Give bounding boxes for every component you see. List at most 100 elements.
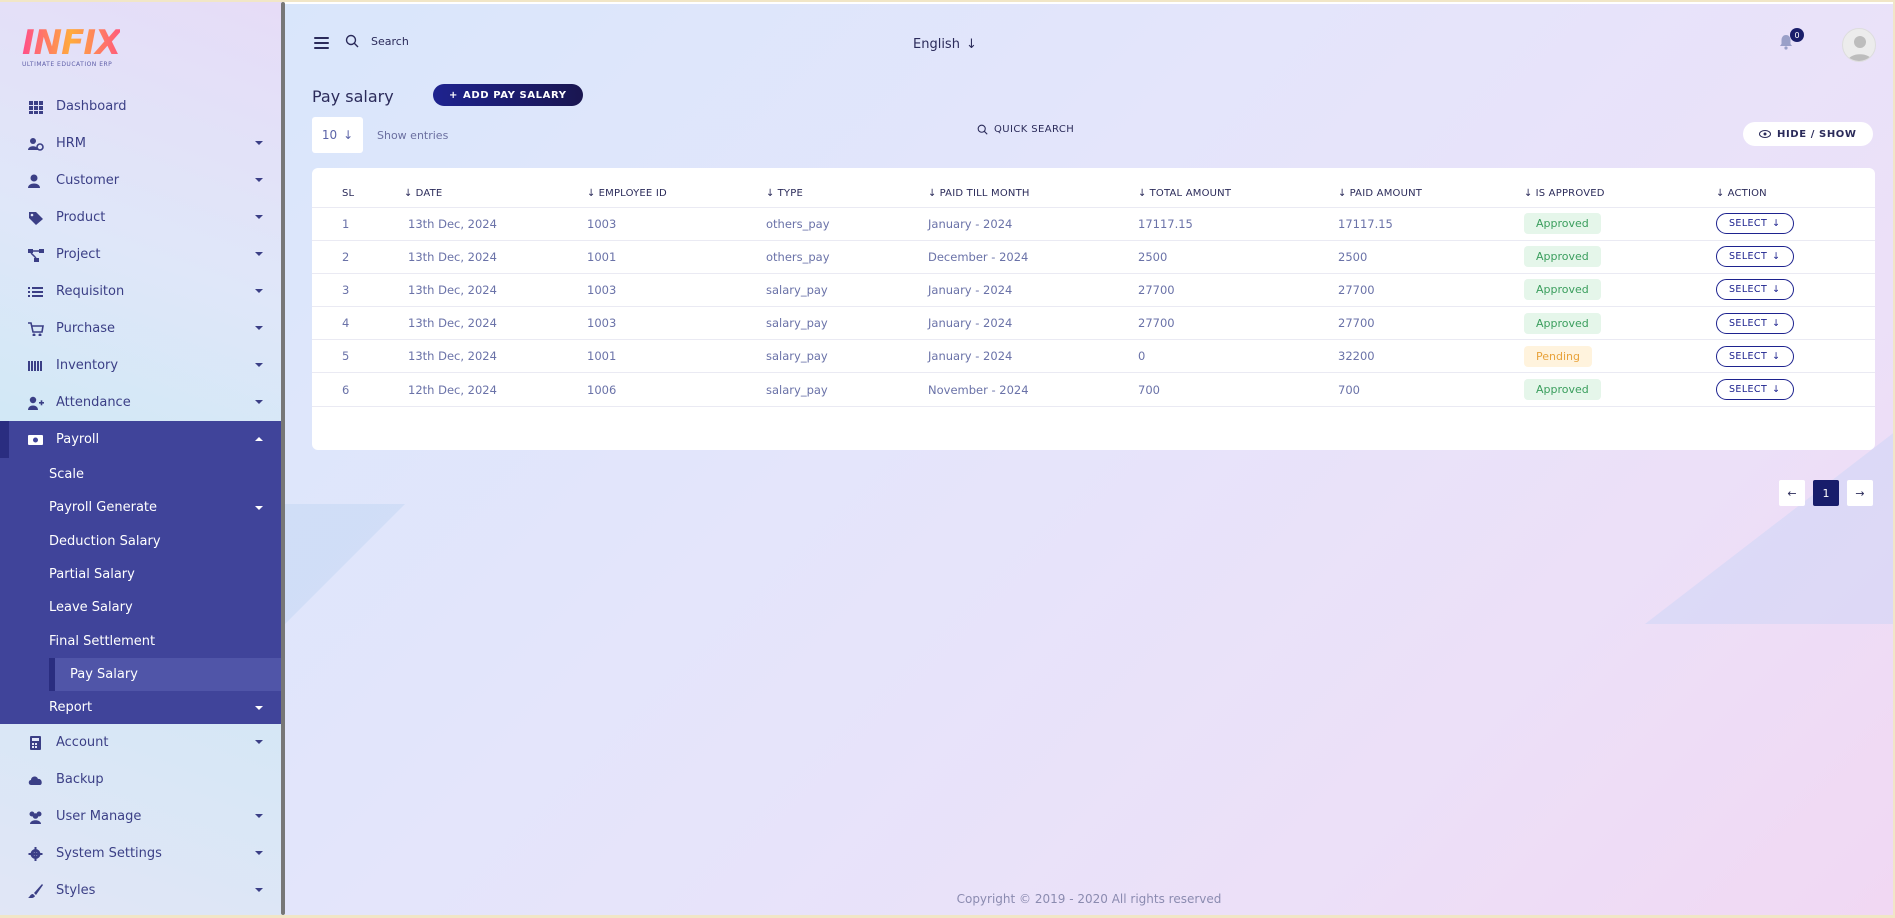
quick-search[interactable]: QUICK SEARCH xyxy=(977,124,1074,135)
arrow-left-icon: ← xyxy=(1787,486,1797,500)
sort-arrow-icon: ↓ xyxy=(1524,188,1533,200)
cell-sl: 4 xyxy=(312,306,404,341)
sidebar-item-attendance[interactable]: Attendance xyxy=(0,384,281,421)
add-pay-salary-button[interactable]: + ADD PAY SALARY xyxy=(433,84,583,106)
users-icon xyxy=(28,810,44,824)
select-action-button[interactable]: SELECT ↓ xyxy=(1716,345,1794,367)
cell-total: 27700 xyxy=(1138,306,1338,341)
cell-type: others_pay xyxy=(766,240,928,274)
avatar[interactable] xyxy=(1842,28,1876,62)
cell-action: SELECT ↓ xyxy=(1716,372,1875,407)
cell-paid: 17117.15 xyxy=(1338,207,1524,241)
cell-value: 13th Dec, 2024 xyxy=(408,316,497,331)
column-header-sl[interactable]: SL xyxy=(312,181,404,208)
sidebar-subitem-report[interactable]: Report xyxy=(0,691,281,724)
arrow-right-icon: → xyxy=(1855,486,1865,500)
calculator-icon xyxy=(28,735,44,750)
menu-toggle-icon[interactable] xyxy=(314,37,329,52)
brand-logo[interactable]: INFIX ULTIMATE EDUCATION ERP xyxy=(22,26,121,68)
cell-value: 17117.15 xyxy=(1138,216,1193,231)
sidebar-item-account[interactable]: Account xyxy=(0,724,281,761)
sidebar-nav: Dashboard HRM Customer Product Project Requis… xyxy=(0,88,281,909)
select-action-button[interactable]: SELECT ↓ xyxy=(1716,279,1794,301)
select-action-button[interactable]: SELECT ↓ xyxy=(1716,379,1794,401)
sidebar-subitem-partial-salary[interactable]: Partial Salary xyxy=(0,558,281,591)
sidebar-item-backup[interactable]: Backup xyxy=(0,761,281,798)
cell-paid: 27700 xyxy=(1338,273,1524,308)
column-header-action[interactable]: ↓ ACTION xyxy=(1716,181,1875,208)
column-header-employee-id[interactable]: ↓ EMPLOYEE ID xyxy=(587,181,766,208)
column-header-is-approved[interactable]: ↓ IS APPROVED xyxy=(1524,181,1716,208)
column-header-label: ACTION xyxy=(1727,188,1767,200)
cart-icon xyxy=(28,321,44,336)
select-action-button[interactable]: SELECT ↓ xyxy=(1716,312,1794,334)
user-icon xyxy=(28,174,44,188)
sidebar-item-dashboard[interactable]: Dashboard xyxy=(0,88,281,125)
column-header-date[interactable]: ↓ DATE xyxy=(404,181,587,208)
select-action-button[interactable]: SELECT ↓ xyxy=(1716,213,1794,235)
search-input[interactable] xyxy=(371,29,521,53)
select-action-button[interactable]: SELECT ↓ xyxy=(1716,246,1794,268)
sidebar-item-product[interactable]: Product xyxy=(0,199,281,236)
sort-arrow-icon: ↓ xyxy=(928,188,937,200)
cell-value: 2 xyxy=(342,249,350,264)
cell-value: 13th Dec, 2024 xyxy=(408,282,497,297)
table-row: 5 13th Dec, 2024 1001 salary_pay January - 2… xyxy=(312,339,1875,374)
page-button-current[interactable]: 1 xyxy=(1813,480,1839,506)
entries-select[interactable]: 10 ↓ xyxy=(312,117,363,153)
cell-total: 2500 xyxy=(1138,240,1338,274)
status-badge: Approved xyxy=(1524,312,1601,334)
cell-value: others_pay xyxy=(766,216,830,231)
column-header-paid-amount[interactable]: ↓ PAID AMOUNT xyxy=(1338,181,1524,208)
table-row: 1 13th Dec, 2024 1003 others_pay January - 2… xyxy=(312,207,1875,241)
sidebar-item-payroll[interactable]: Payroll xyxy=(0,421,281,458)
sidebar-item-purchase[interactable]: Purchase xyxy=(0,310,281,347)
cell-value: January - 2024 xyxy=(928,216,1013,231)
select-action-label: SELECT xyxy=(1729,350,1768,362)
sort-arrow-icon: ↓ xyxy=(1716,188,1725,200)
status-badge: Approved xyxy=(1524,213,1601,235)
column-header-type[interactable]: ↓ TYPE xyxy=(766,181,928,208)
sidebar-subitem-leave-salary[interactable]: Leave Salary xyxy=(0,591,281,624)
sidebar-subitem-deduction-salary[interactable]: Deduction Salary xyxy=(0,525,281,558)
cell-value: salary_pay xyxy=(766,282,828,297)
sidebar-item-user-manage[interactable]: User Manage xyxy=(0,798,281,835)
sidebar-item-requisiton[interactable]: Requisiton xyxy=(0,273,281,310)
cell-value: January - 2024 xyxy=(928,316,1013,331)
sidebar-item-project[interactable]: Project xyxy=(0,236,281,273)
sidebar-subitem-pay-salary[interactable]: Pay Salary xyxy=(49,657,281,692)
entries-value: 10 xyxy=(321,128,338,142)
hide-show-button[interactable]: HIDE / SHOW xyxy=(1743,122,1873,146)
cell-value: others_pay xyxy=(766,249,830,264)
column-header-label: EMPLOYEE ID xyxy=(598,188,667,200)
sidebar-item-system-settings[interactable]: System Settings xyxy=(0,835,281,872)
sidebar-item-hrm[interactable]: HRM xyxy=(0,125,281,162)
arrow-down-icon: ↓ xyxy=(1772,251,1781,263)
cell-paid-till: December - 2024 xyxy=(928,240,1138,274)
sidebar-item-styles[interactable]: Styles xyxy=(0,872,281,909)
next-page-button[interactable]: → xyxy=(1847,480,1873,506)
column-header-total-amount[interactable]: ↓ TOTAL AMOUNT xyxy=(1138,181,1338,208)
sidebar-subitem-payroll-generate[interactable]: Payroll Generate xyxy=(0,491,281,524)
language-select[interactable]: English ↓ xyxy=(913,37,977,52)
sidebar-item-customer[interactable]: Customer xyxy=(0,162,281,199)
cell-action: SELECT ↓ xyxy=(1716,339,1875,374)
caret-down-icon xyxy=(255,814,263,819)
column-header-paid-till-month[interactable]: ↓ PAID TILL MONTH xyxy=(928,181,1138,208)
sidebar-subitem-scale[interactable]: Scale xyxy=(0,458,281,491)
sidebar-item-inventory[interactable]: Inventory xyxy=(0,347,281,384)
cell-date: 13th Dec, 2024 xyxy=(404,339,587,374)
caret-down-icon xyxy=(255,363,263,367)
sidebar-subitem-final-settlement[interactable]: Final Settlement xyxy=(0,624,281,657)
topbar: English ↓ 0 xyxy=(285,4,1893,84)
cell-status: Pending xyxy=(1524,339,1716,374)
cell-value: 0 xyxy=(1138,349,1146,364)
user-plus-icon xyxy=(28,396,44,410)
cell-date: 13th Dec, 2024 xyxy=(404,306,587,341)
sort-arrow-icon: ↓ xyxy=(1338,188,1347,200)
project-diagram-icon xyxy=(28,248,44,262)
prev-page-button[interactable]: ← xyxy=(1779,480,1805,506)
cell-value: 27700 xyxy=(1338,282,1375,297)
sidebar-subitem-label: Final Settlement xyxy=(49,633,156,649)
sidebar-subitem-label: Pay Salary xyxy=(70,666,138,682)
